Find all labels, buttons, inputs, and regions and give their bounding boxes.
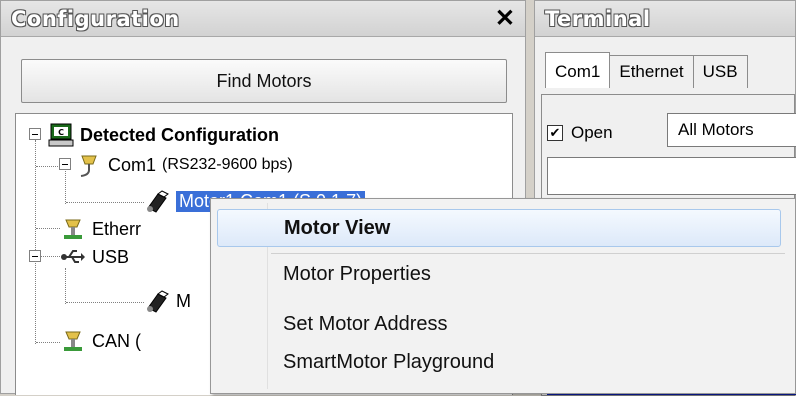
context-menu: Motor View Motor Properties Set Motor Ad… xyxy=(210,198,796,394)
tree-root[interactable]: C Detected Configuration xyxy=(48,122,279,148)
open-label: Open xyxy=(571,123,613,142)
checkmark-icon: ✔ xyxy=(547,125,563,141)
terminal-title: Terminal xyxy=(545,6,651,31)
tree-item-usb-label: USB xyxy=(92,246,130,267)
tab-usb[interactable]: USB xyxy=(692,55,748,88)
terminal-input[interactable] xyxy=(547,157,796,195)
collapse-toggle[interactable] xyxy=(59,158,71,170)
motor-icon xyxy=(147,290,169,313)
usb-icon xyxy=(61,250,85,263)
ethernet-icon xyxy=(64,219,82,239)
find-motors-button[interactable]: Find Motors xyxy=(21,59,507,103)
menu-item-smartmotor-playground[interactable]: SmartMotor Playground xyxy=(283,351,494,374)
tree-item-com1[interactable]: Com1 (RS232-9600 bps) xyxy=(76,152,293,178)
tree-item-ethernet-label: Etherr xyxy=(92,218,142,239)
configuration-titlebar: Configuration ✕ xyxy=(1,1,525,37)
menu-item-label: Motor View xyxy=(284,217,391,239)
tree-item-ethernet[interactable]: Etherr xyxy=(60,216,141,242)
tab-ethernet[interactable]: Ethernet xyxy=(609,55,694,88)
close-icon[interactable]: ✕ xyxy=(495,6,515,31)
menu-item-motor-properties[interactable]: Motor Properties xyxy=(283,263,431,286)
tree-item-com1-label: Com1 xyxy=(108,154,157,175)
tree-item-can-label: CAN ( xyxy=(92,330,141,351)
computer-icon: C xyxy=(48,123,74,147)
com1-detail: (RS232-9600 bps) xyxy=(162,156,293,173)
motor-select[interactable]: All Motors xyxy=(667,113,796,147)
menu-item-set-motor-address[interactable]: Set Motor Address xyxy=(283,313,448,336)
open-checkbox[interactable]: ✔ Open xyxy=(547,123,613,143)
collapse-toggle[interactable] xyxy=(29,250,41,262)
tree-item-usb-motor[interactable]: M xyxy=(144,288,191,314)
motor-icon xyxy=(147,190,169,213)
terminal-titlebar: Terminal xyxy=(535,1,795,37)
collapse-toggle[interactable] xyxy=(29,128,41,140)
svg-text:C: C xyxy=(58,128,64,137)
tree-item-can[interactable]: CAN ( xyxy=(60,328,141,354)
serial-port-icon xyxy=(80,155,97,177)
configuration-title: Configuration xyxy=(11,6,180,31)
terminal-tabs: Com1 Ethernet USB xyxy=(545,52,748,88)
tree-root-label: Detected Configuration xyxy=(80,124,280,145)
tree-item-usb[interactable]: USB xyxy=(60,244,129,270)
tree-item-usb-motor-label: M xyxy=(176,290,191,311)
menu-item-motor-view[interactable]: Motor View xyxy=(217,209,781,247)
menu-separator xyxy=(271,253,785,254)
tab-com1[interactable]: Com1 xyxy=(545,52,611,88)
can-bus-icon xyxy=(64,331,82,351)
